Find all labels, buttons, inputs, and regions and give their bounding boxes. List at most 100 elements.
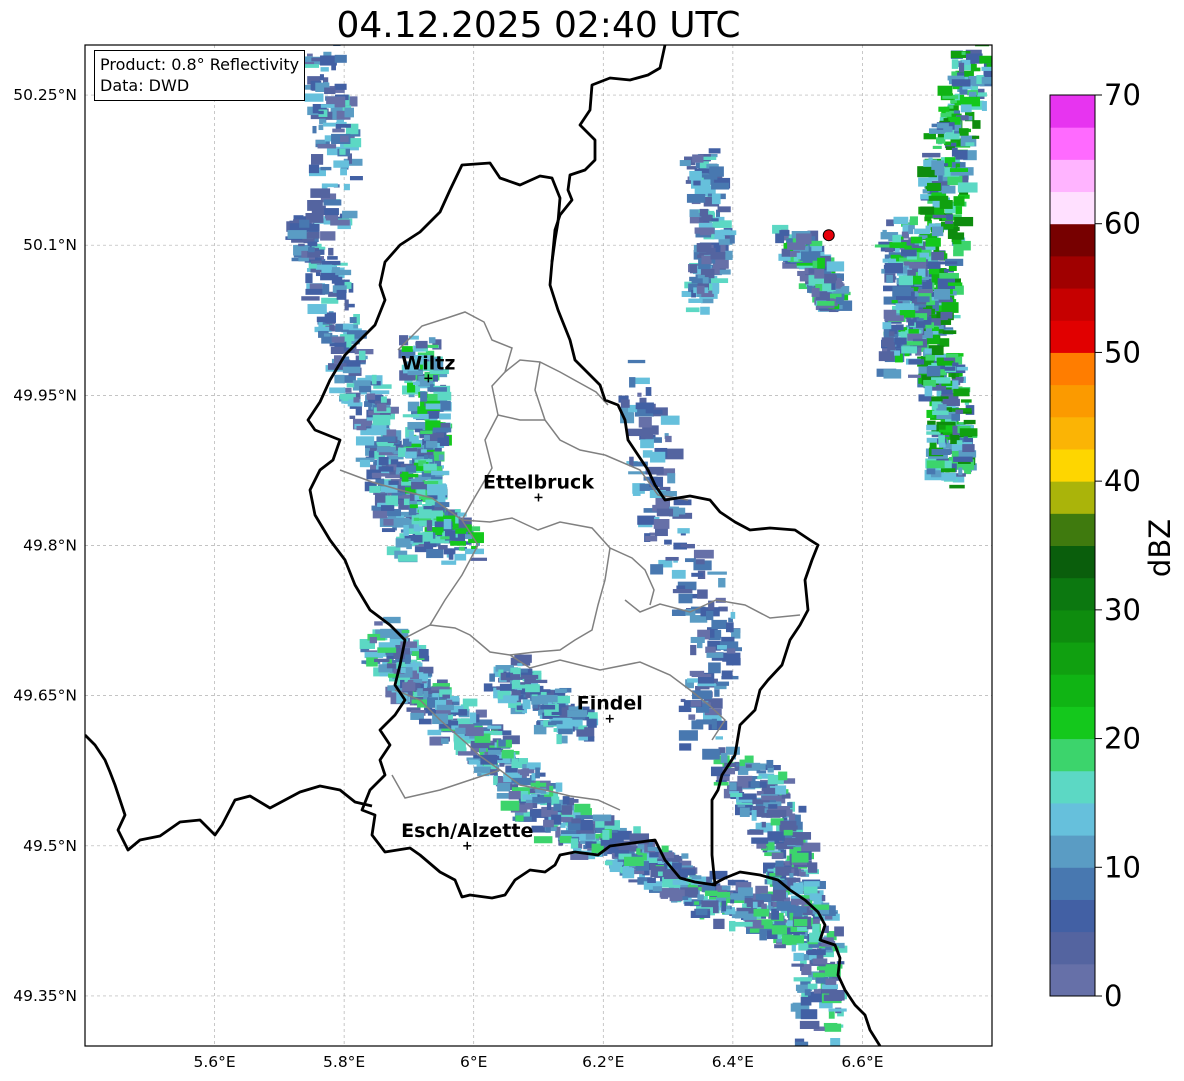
echo-pixel: [458, 709, 468, 716]
echo-pixel: [376, 436, 396, 442]
echo-pixel: [671, 569, 686, 579]
echo-pixel: [711, 193, 721, 205]
echo-pixel: [386, 663, 396, 669]
echo-pixel: [761, 821, 766, 828]
echo-pixel: [828, 1008, 847, 1012]
echo-pixel: [931, 345, 944, 356]
echo-pixel: [704, 890, 718, 897]
echo-pixel: [700, 306, 710, 315]
echo-pixel: [299, 219, 310, 228]
echo-pixel: [366, 393, 376, 400]
echo-pixel: [372, 509, 388, 519]
echo-pixel: [960, 399, 972, 403]
echo-pixel: [970, 34, 974, 42]
echo-pixel: [497, 782, 511, 792]
echo-pixel: [878, 351, 895, 362]
echo-pixel: [751, 837, 769, 844]
echo-pixel: [957, 353, 964, 357]
echo-pixel: [954, 216, 974, 227]
echo-pixel: [336, 289, 347, 300]
echo-pixel: [924, 216, 932, 222]
echo-pixel: [348, 303, 355, 308]
colorbar-segment: [1050, 738, 1095, 772]
echo-pixel: [933, 289, 951, 300]
echo-pixel: [706, 610, 714, 621]
echo-pixel: [342, 366, 361, 374]
echo-pixel: [766, 759, 774, 768]
echo-pixel: [450, 540, 466, 546]
echo-pixel: [295, 246, 310, 251]
echo-pixel: [708, 148, 721, 154]
echo-pixel: [717, 206, 731, 213]
echo-pixel: [886, 219, 894, 227]
colorbar-segment: [1050, 674, 1095, 707]
echo-pixel: [627, 359, 646, 364]
echo-pixel: [527, 679, 548, 684]
echo-pixel: [561, 735, 568, 744]
echo-pixel: [418, 666, 424, 673]
echo-pixel: [324, 87, 336, 95]
echo-pixel: [726, 648, 736, 654]
echo-pixel: [938, 106, 950, 112]
echo-pixel: [889, 242, 907, 249]
echo-pixel: [575, 815, 594, 819]
echo-pixel: [640, 429, 653, 439]
echo-pixel: [465, 727, 484, 737]
city-label: Ettelbruck: [483, 471, 594, 493]
echo-pixel: [308, 247, 315, 253]
echo-pixel: [378, 456, 389, 466]
echo-pixel: [320, 55, 337, 66]
echo-pixel: [804, 989, 811, 996]
city-label: Findel: [577, 693, 643, 715]
echo-pixel: [767, 831, 785, 841]
echo-pixel: [628, 471, 647, 475]
echo-pixel: [730, 792, 743, 798]
echo-pixel: [952, 380, 959, 389]
echo-pixel: [349, 317, 357, 323]
echo-pixel: [807, 949, 826, 956]
echo-pixel: [418, 649, 429, 659]
echo-pixel: [947, 282, 963, 286]
echo-pixel: [751, 810, 757, 821]
echo-pixel: [949, 484, 965, 489]
echo-pixel: [405, 451, 417, 459]
echo-pixel: [324, 208, 339, 216]
echo-pixel: [690, 644, 697, 656]
echo-pixel: [404, 654, 411, 664]
colorbar-segment: [1050, 963, 1095, 997]
echo-pixel: [691, 572, 704, 577]
echo-pixel: [908, 329, 919, 334]
echo-pixel: [427, 484, 448, 496]
echo-pixel: [323, 199, 342, 206]
echo-pixel: [371, 424, 387, 436]
echo-pixel: [946, 214, 953, 220]
echo-pixel: [647, 877, 656, 883]
echo-pixel: [574, 722, 580, 727]
echo-pixel: [788, 813, 796, 821]
echo-pixel: [715, 736, 723, 740]
echo-pixel: [791, 944, 796, 952]
y-tick-label: 49.35°N: [13, 987, 77, 1005]
colorbar-segment: [1050, 770, 1095, 804]
echo-pixel: [686, 193, 706, 203]
echo-pixel: [941, 185, 956, 194]
echo-pixel: [673, 499, 692, 506]
colorbar-segment: [1050, 577, 1095, 611]
echo-pixel: [696, 719, 713, 725]
echo-pixel: [402, 682, 416, 692]
y-tick-label: 49.8°N: [23, 537, 77, 555]
echo-pixel: [320, 231, 336, 241]
echo-pixel: [524, 803, 533, 810]
echo-pixel: [635, 402, 654, 410]
echo-pixel: [692, 154, 704, 163]
echo-pixel: [771, 852, 784, 860]
echo-pixel: [424, 481, 439, 485]
echo-pixel: [895, 324, 904, 331]
echo-pixel: [926, 431, 941, 435]
echo-pixel: [312, 37, 327, 42]
echo-pixel: [944, 366, 956, 371]
echo-pixel: [543, 819, 554, 828]
echo-pixel: [342, 323, 354, 330]
echo-pixel: [712, 282, 720, 294]
echo-pixel: [955, 409, 964, 414]
